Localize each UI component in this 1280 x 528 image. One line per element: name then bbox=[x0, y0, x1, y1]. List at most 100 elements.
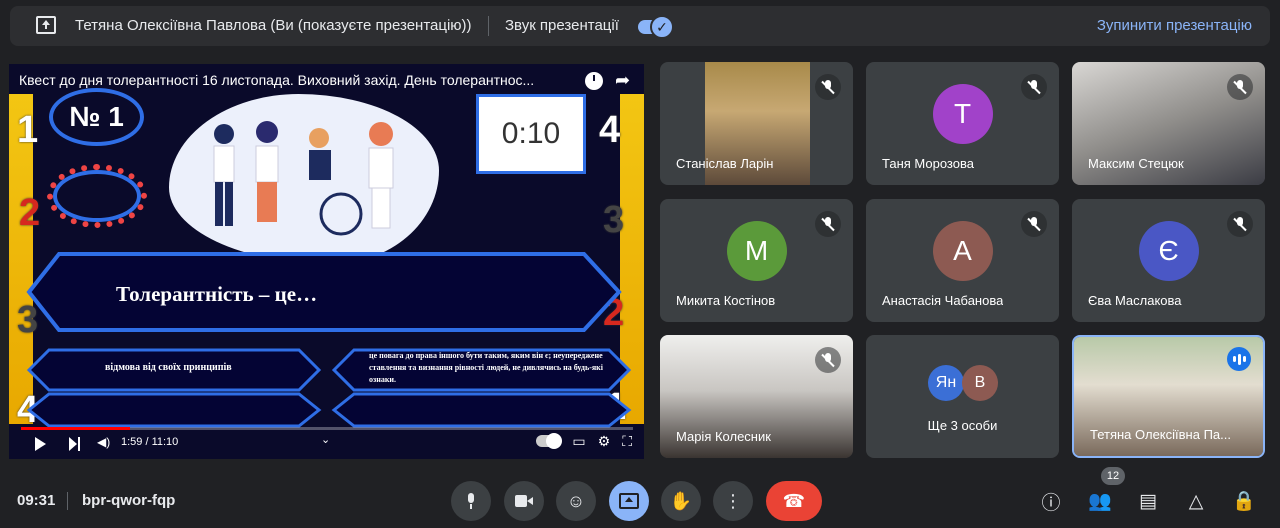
mic-off-icon bbox=[815, 74, 841, 100]
stop-presenting-button[interactable]: Зупинити презентацію bbox=[1097, 17, 1252, 34]
participant-tile[interactable]: А Анастасія Чабанова bbox=[866, 199, 1059, 322]
meeting-info-button[interactable]: ⓘ bbox=[1038, 488, 1064, 514]
presentation-banner: Тетяна Олексіївна Павлова (Ви (показуєте… bbox=[10, 6, 1270, 46]
video-progress-fill bbox=[21, 427, 130, 430]
control-bar-divider bbox=[67, 492, 68, 510]
question-text: Толерантність – це… bbox=[116, 282, 318, 306]
more-participants-tile[interactable]: Ян В Ще 3 особи bbox=[866, 335, 1059, 458]
host-controls-icon: 🔒 bbox=[1232, 491, 1256, 512]
activities-button[interactable]: △ bbox=[1183, 488, 1209, 514]
slide-number-oval: № 1 bbox=[49, 88, 144, 146]
participant-avatar: М bbox=[726, 221, 787, 281]
meeting-code: bpr-qwor-fqp bbox=[82, 492, 176, 509]
emoji-icon: ☺ bbox=[566, 490, 586, 511]
side-number-left-2: 2 bbox=[19, 192, 41, 234]
participants-count-badge: 12 bbox=[1101, 467, 1125, 485]
mic-off-icon bbox=[1021, 74, 1047, 100]
speaking-indicator-icon bbox=[1227, 347, 1251, 371]
banner-divider bbox=[488, 16, 489, 36]
video-progress-bar[interactable] bbox=[21, 427, 633, 430]
participant-tile-self[interactable]: Тетяна Олексіївна Па... bbox=[1072, 335, 1265, 458]
play-icon[interactable] bbox=[35, 437, 46, 451]
chat-button[interactable]: ▤ bbox=[1135, 488, 1161, 514]
video-time: 1:59 / 11:10 bbox=[121, 436, 179, 448]
question-frames bbox=[26, 252, 632, 428]
illustration-background bbox=[169, 94, 439, 264]
video-title[interactable]: Квест до дня толерантності 16 листопада.… bbox=[19, 72, 579, 88]
presenter-name: Тетяна Олексіївна Павлова (Ви (показуєте… bbox=[75, 17, 472, 34]
side-number-left-1: 1 bbox=[17, 109, 39, 151]
side-number-right-1: 4 bbox=[599, 109, 621, 151]
present-screen-icon bbox=[36, 16, 56, 34]
participant-name: Таня Морозова bbox=[882, 156, 974, 171]
participant-tile[interactable]: Марія Колесник bbox=[660, 335, 853, 458]
present-icon bbox=[619, 493, 639, 509]
autoplay-toggle[interactable] bbox=[536, 433, 563, 449]
chevron-down-icon[interactable]: ⌄ bbox=[321, 433, 330, 446]
present-button[interactable] bbox=[609, 481, 649, 521]
next-icon[interactable] bbox=[69, 437, 81, 451]
raise-hand-icon: ✋ bbox=[669, 490, 693, 511]
participant-avatar: Т bbox=[932, 84, 993, 144]
participant-name: Тетяна Олексіївна Па... bbox=[1090, 427, 1231, 442]
participant-avatar: А bbox=[932, 221, 993, 281]
activities-icon: △ bbox=[1188, 490, 1204, 512]
camera-button[interactable] bbox=[504, 481, 544, 521]
presentation-audio-label: Звук презентації bbox=[505, 17, 619, 34]
answer-option-b: це повага до права іншого бути таким, як… bbox=[369, 351, 604, 384]
participant-name: Микита Костінов bbox=[676, 293, 776, 308]
timer-value: 0:10 bbox=[501, 117, 561, 150]
video-controls: ◀) 1:59 / 11:10 ⌄ ▭ ⚙ ⛶ bbox=[9, 423, 644, 459]
participant-name: Станіслав Ларін bbox=[676, 156, 774, 171]
people-circle-illustration bbox=[47, 164, 147, 228]
hangup-icon: ☎ bbox=[782, 490, 806, 511]
emoji-button[interactable]: ☺ bbox=[556, 481, 596, 521]
side-number-right-2: 3 bbox=[603, 199, 625, 241]
more-options-icon: ⋮ bbox=[724, 490, 742, 511]
participant-tile[interactable]: Максим Стецюк bbox=[1072, 62, 1265, 185]
mic-off-icon bbox=[815, 211, 841, 237]
answer-option-a: відмова від своїх принципів bbox=[105, 362, 232, 373]
people-button[interactable]: 👥 bbox=[1087, 488, 1113, 514]
control-bar: 09:31 bpr-qwor-fqp ☺ ✋ ⋮ ☎ ⓘ 👥 ▤ △ 🔒 bbox=[0, 470, 1280, 528]
info-icon: ⓘ bbox=[1041, 492, 1061, 514]
microphone-button[interactable] bbox=[451, 481, 491, 521]
more-options-button[interactable]: ⋮ bbox=[713, 481, 753, 521]
mic-icon bbox=[466, 493, 476, 509]
presentation-audio-toggle[interactable]: ✓ bbox=[638, 15, 674, 39]
participant-avatar-small: В bbox=[962, 365, 998, 401]
mic-off-icon bbox=[1021, 211, 1047, 237]
subtitles-icon[interactable]: ▭ bbox=[572, 433, 585, 450]
countdown-timer: 0:10 bbox=[476, 94, 586, 174]
volume-icon[interactable]: ◀) bbox=[97, 435, 110, 449]
share-icon[interactable]: ➦ bbox=[615, 70, 630, 91]
raise-hand-button[interactable]: ✋ bbox=[661, 481, 701, 521]
participant-tile[interactable]: Т Таня Морозова bbox=[866, 62, 1059, 185]
leave-call-button[interactable]: ☎ bbox=[766, 481, 822, 521]
video-controls-right: ▭ ⚙ ⛶ bbox=[536, 433, 632, 450]
participant-tile[interactable]: Є Єва Маслакова bbox=[1072, 199, 1265, 322]
participant-avatar-small: Ян bbox=[928, 365, 964, 401]
participant-tile[interactable]: М Микита Костінов bbox=[660, 199, 853, 322]
fullscreen-icon[interactable]: ⛶ bbox=[622, 433, 632, 450]
host-controls-button[interactable]: 🔒 bbox=[1231, 488, 1257, 514]
settings-icon[interactable]: ⚙ bbox=[598, 433, 611, 450]
watch-later-icon[interactable] bbox=[585, 72, 603, 90]
chat-icon: ▤ bbox=[1139, 490, 1157, 512]
mic-off-icon bbox=[815, 347, 841, 373]
participant-name: Марія Колесник bbox=[676, 429, 771, 444]
slide-number: № 1 bbox=[69, 101, 124, 132]
people-illustration bbox=[213, 121, 394, 236]
mic-off-icon bbox=[1227, 74, 1253, 100]
meet-window: Тетяна Олексіївна Павлова (Ви (показуєте… bbox=[0, 0, 1280, 528]
toggle-check-icon: ✓ bbox=[650, 15, 674, 39]
current-time: 09:31 bbox=[17, 492, 56, 509]
presentation-stage[interactable]: Квест до дня толерантності 16 листопада.… bbox=[9, 64, 644, 459]
participant-avatar: Є bbox=[1138, 221, 1199, 281]
participant-name: Максим Стецюк bbox=[1088, 156, 1184, 171]
more-participants-label: Ще 3 особи bbox=[927, 418, 998, 433]
people-icon: 👥 bbox=[1088, 491, 1112, 512]
camera-icon bbox=[515, 495, 533, 507]
participant-tile[interactable]: Станіслав Ларін bbox=[660, 62, 853, 185]
participant-name: Анастасія Чабанова bbox=[882, 293, 1004, 308]
